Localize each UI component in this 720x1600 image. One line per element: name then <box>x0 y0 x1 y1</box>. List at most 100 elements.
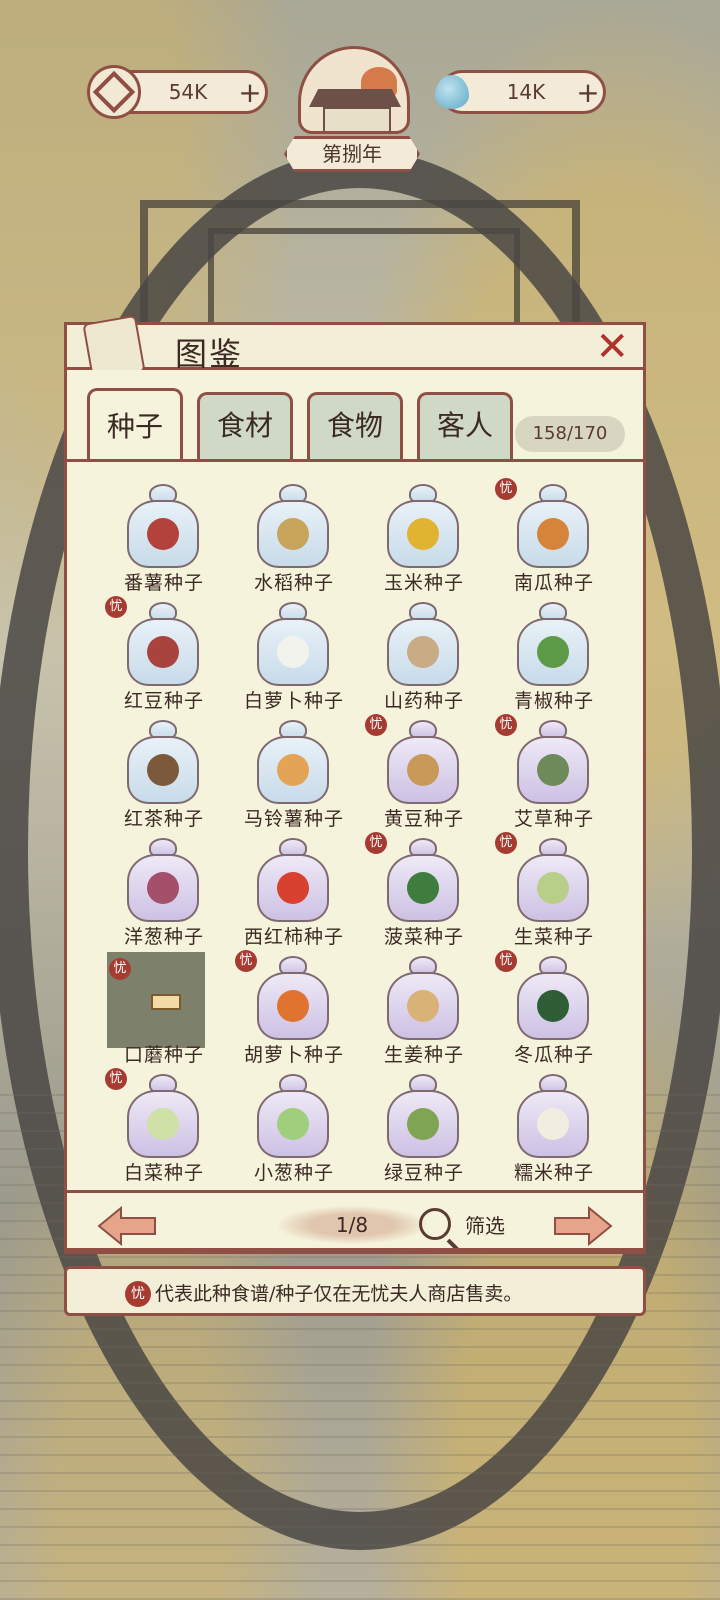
encyclopedia-panel: 种子 食材 食物 客人 158/170 番薯种子 水稻种子 玉米种子忧南瓜种子忧红豆… <box>64 370 646 1250</box>
seed-item[interactable]: 洋葱种子 <box>99 834 229 952</box>
seed-crop-icon <box>277 518 309 550</box>
seed-item[interactable]: 红茶种子 <box>99 716 229 834</box>
seed-item[interactable]: 马铃薯种子 <box>229 716 359 834</box>
seed-bag-icon <box>517 1074 589 1160</box>
seed-crop-icon <box>407 636 439 668</box>
seed-item[interactable]: 玉米种子 <box>359 480 489 598</box>
seed-name: 水稻种子 <box>253 572 334 594</box>
seed-bag-icon <box>387 838 459 924</box>
seed-crop-icon <box>147 636 179 668</box>
encyclopedia-header: 图鉴 ✕ <box>64 314 646 382</box>
seed-crop-icon <box>147 754 179 786</box>
seed-crop-icon <box>407 990 439 1022</box>
seed-item[interactable]: 水稻种子 <box>229 480 359 598</box>
seed-name: 青椒种子 <box>513 690 594 712</box>
seed-crop-icon <box>277 754 309 786</box>
seed-crop-icon <box>147 518 179 550</box>
seed-crop-icon <box>407 872 439 904</box>
tab-guests[interactable]: 客人 <box>417 392 513 460</box>
add-water-button[interactable]: + <box>573 76 603 109</box>
seed-item[interactable]: 生姜种子 <box>359 952 489 1070</box>
seed-item[interactable]: 忧菠菜种子 <box>359 832 489 952</box>
magnifier-icon <box>419 1208 451 1240</box>
seed-name: 生姜种子 <box>383 1044 464 1066</box>
seed-bag-icon <box>257 956 329 1042</box>
seed-bag-icon <box>517 838 589 924</box>
collection-count: 158/170 <box>515 416 625 452</box>
seed-name: 口蘑种子 <box>123 1044 204 1066</box>
seed-item[interactable]: 忧黄豆种子 <box>359 714 489 834</box>
seed-item[interactable]: 糯米种子 <box>489 1070 619 1188</box>
add-coins-button[interactable]: + <box>235 76 265 109</box>
seed-bag-icon <box>127 838 199 924</box>
arrow-left-icon <box>97 1205 156 1247</box>
water-counter[interactable]: 14K + <box>435 70 606 114</box>
seed-crop-icon <box>277 872 309 904</box>
exclusive-badge-icon: 忧 <box>495 832 517 854</box>
seed-item[interactable]: 青椒种子 <box>489 598 619 716</box>
seed-item[interactable]: 忧白菜种子 <box>99 1068 229 1188</box>
seed-item[interactable]: 忧胡萝卜种子 <box>229 950 359 1070</box>
notice-text: 代表此种食谱/种子仅在无忧夫人商店售卖。 <box>155 1283 523 1305</box>
seed-item[interactable]: 山药种子 <box>359 598 489 716</box>
tab-ingredients[interactable]: 食材 <box>197 392 293 460</box>
seed-bag-icon <box>127 602 199 688</box>
next-page-button[interactable] <box>553 1205 613 1247</box>
year-label: 第捌年 <box>284 136 420 172</box>
water-drop-icon <box>425 65 479 119</box>
exclusive-badge-icon: 忧 <box>495 950 517 972</box>
seed-crop-icon <box>407 518 439 550</box>
seed-name: 艾草种子 <box>513 808 594 830</box>
prev-page-button[interactable] <box>97 1205 157 1247</box>
seed-item[interactable]: 白萝卜种子 <box>229 598 359 716</box>
seed-item[interactable]: 绿豆种子 <box>359 1070 489 1188</box>
filter-label: 筛选 <box>465 1213 505 1238</box>
seed-bag-icon <box>127 1074 199 1160</box>
seed-item[interactable]: 忧口蘑种子 <box>99 952 229 1070</box>
seed-bag-icon <box>257 1074 329 1160</box>
seed-crop-icon <box>277 636 309 668</box>
tab-bar: 种子 食材 食物 客人 <box>87 388 513 462</box>
seed-bag-icon <box>517 956 589 1042</box>
close-icon[interactable]: ✕ <box>595 325 629 369</box>
seed-item[interactable]: 小葱种子 <box>229 1070 359 1188</box>
seed-bag-icon <box>257 484 329 570</box>
exclusive-badge-icon: 忧 <box>235 950 257 972</box>
seed-crop-icon <box>147 872 179 904</box>
seed-crop-icon <box>537 1108 569 1140</box>
seed-item[interactable]: 忧南瓜种子 <box>489 478 619 598</box>
tab-divider <box>67 459 643 462</box>
water-value: 14K <box>506 80 546 104</box>
coin-value: 54K <box>168 80 208 104</box>
seed-crop-icon <box>407 754 439 786</box>
house-icon <box>323 107 391 131</box>
filter-button[interactable]: 筛选 <box>419 1202 505 1246</box>
seed-crop-icon <box>537 636 569 668</box>
seed-bag-icon <box>517 602 589 688</box>
coin-counter[interactable]: 54K + <box>87 65 268 119</box>
seed-name: 红豆种子 <box>123 690 204 712</box>
seed-bag-icon <box>517 484 589 570</box>
seed-bag-icon <box>387 720 459 806</box>
seed-item[interactable]: 番薯种子 <box>99 480 229 598</box>
seed-name: 冬瓜种子 <box>513 1044 594 1066</box>
roof-icon <box>309 89 401 107</box>
seed-item[interactable]: 西红柿种子 <box>229 834 359 952</box>
seed-item[interactable]: 忧艾草种子 <box>489 714 619 834</box>
exclusive-badge-icon: 忧 <box>105 596 127 618</box>
seed-bag-icon <box>387 484 459 570</box>
seed-grid: 番薯种子 水稻种子 玉米种子忧南瓜种子忧红豆种子 白萝卜种子 山药种子 青椒种子 红茶种子马… <box>99 478 619 1188</box>
exclusive-badge-icon: 忧 <box>109 958 131 980</box>
tab-food[interactable]: 食物 <box>307 392 403 460</box>
arrow-right-icon <box>554 1205 613 1247</box>
seed-item[interactable]: 忧生菜种子 <box>489 832 619 952</box>
seed-crop-icon <box>277 990 309 1022</box>
seed-name: 番薯种子 <box>123 572 204 594</box>
seed-item[interactable]: 忧红豆种子 <box>99 596 229 716</box>
seed-crop-icon <box>537 990 569 1022</box>
tab-seeds[interactable]: 种子 <box>87 388 183 462</box>
seed-crop-icon <box>537 754 569 786</box>
seed-bag-icon <box>517 720 589 806</box>
seed-item[interactable]: 忧冬瓜种子 <box>489 950 619 1070</box>
seed-bag-icon <box>257 720 329 806</box>
